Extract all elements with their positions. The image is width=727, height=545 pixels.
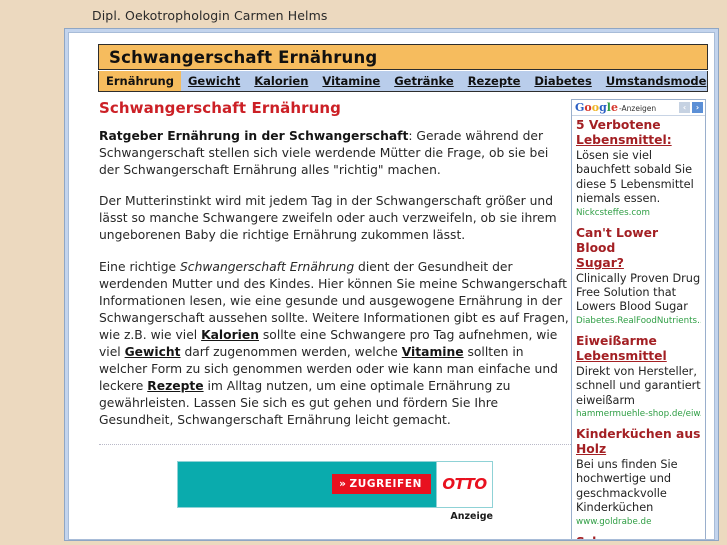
text-fragment-a: Eine richtige (99, 259, 180, 274)
nav-item-gewicht[interactable]: Gewicht (181, 71, 247, 91)
ads-pager[interactable]: ‹ › (679, 102, 703, 113)
ad-description: Direkt von Hersteller, schnell und garan… (576, 364, 701, 407)
inline-link-kalorien[interactable]: Kalorien (201, 328, 259, 342)
ad-item[interactable]: 5 Verbotene Lebensmittel: Lösen sie viel … (576, 118, 701, 219)
ad-item[interactable]: Can't Lower Blood Sugar? Clinically Prove… (576, 226, 701, 327)
ad-item[interactable]: Schwanger zurHochzeit Wunderschöne Kleid… (576, 535, 701, 539)
ad-title[interactable]: Eiweißarme Lebensmittel (576, 334, 701, 364)
nav-item-diabetes[interactable]: Diabetes (527, 71, 598, 91)
google-ads-header: Google-Anzeigen ‹ › (572, 100, 705, 116)
page-canvas: Schwangerschaft Ernährung Ernährung Gewi… (69, 33, 714, 539)
inline-link-gewicht[interactable]: Gewicht (125, 345, 181, 359)
site-title: Schwangerschaft Ernährung (109, 47, 378, 67)
ad-title-line1: Can't Lower Blood (576, 225, 659, 255)
paragraph-mutterinstinkt: Der Mutterinstinkt wird mit jedem Tag in… (99, 194, 557, 243)
ad-item[interactable]: Eiweißarme Lebensmittel Direkt von Herste… (576, 334, 701, 420)
google-ads-list: 5 Verbotene Lebensmittel: Lösen sie viel … (572, 116, 705, 539)
inline-link-rezepte[interactable]: Rezepte (147, 379, 203, 393)
anzeige-label: Anzeige (450, 510, 493, 522)
page-frame: Schwangerschaft Ernährung Ernährung Gewi… (68, 32, 715, 540)
ad-description: Clinically Proven Drug Free Solution tha… (576, 271, 701, 314)
page-title: Schwangerschaft Ernährung (99, 99, 341, 117)
ad-title[interactable]: Schwanger zurHochzeit (576, 535, 701, 539)
ad-title-line2: Lebensmittel (576, 348, 667, 363)
google-ads-box: Google-Anzeigen ‹ › 5 Verbotene Lebensmit… (571, 99, 706, 539)
nav-item-getraenke[interactable]: Getränke (387, 71, 461, 91)
main-column: Schwangerschaft Ernährung Ratgeber Ernäh… (99, 99, 571, 539)
main-navigation[interactable]: Ernährung Gewicht Kalorien Vitamine Getr… (98, 71, 708, 92)
chevron-right-icon: » (339, 478, 347, 490)
zugreifen-button[interactable]: » ZUGREIFEN (332, 474, 431, 494)
browser-content-frame: Schwangerschaft Ernährung Ernährung Gewi… (64, 28, 719, 541)
advertisement-banner-area: » ZUGREIFEN OTTO Anzeige (99, 460, 493, 522)
google-logo: Google-Anzeigen (575, 100, 657, 114)
content-columns: Schwangerschaft Ernährung Ratgeber Ernäh… (69, 99, 714, 539)
site-title-bar: Schwangerschaft Ernährung (98, 44, 708, 70)
emphasis-schwangerschaft-ernaehrung: Schwangerschaft Ernährung (180, 259, 355, 274)
ad-title[interactable]: 5 Verbotene Lebensmittel: (576, 118, 701, 148)
nav-item-vitamine[interactable]: Vitamine (315, 71, 387, 91)
nav-item-rezepte[interactable]: Rezepte (461, 71, 528, 91)
otto-logo: OTTO (442, 475, 487, 493)
nav-item-kalorien[interactable]: Kalorien (247, 71, 315, 91)
sidebar-column: Google-Anzeigen ‹ › 5 Verbotene Lebensmit… (571, 99, 706, 539)
ad-title-line1: Eiweißarme (576, 333, 657, 348)
chevron-left-icon[interactable]: ‹ (679, 102, 690, 113)
ad-title-line1: Schwanger zur (576, 535, 679, 539)
ad-description: Lösen sie viel bauchfett sobald Sie dies… (576, 149, 694, 206)
paragraph-intro: Ratgeber Ernährung in der Schwangerschaf… (99, 128, 571, 179)
google-ads-label: -Anzeigen (618, 103, 657, 113)
nav-item-umstandsmode[interactable]: Umstandsmode (599, 71, 714, 91)
nav-item-ernaehrung[interactable]: Ernährung (99, 71, 181, 91)
ad-title[interactable]: Kinderküchen aus Holz (576, 427, 701, 457)
otto-ad-banner[interactable]: » ZUGREIFEN OTTO (177, 460, 493, 508)
ad-title-line1: 5 Verbotene (576, 118, 661, 132)
ad-title-line2: Holz (576, 442, 607, 457)
ad-url: www.goldrabe.de (576, 516, 652, 527)
zugreifen-label: ZUGREIFEN (349, 478, 422, 490)
ad-description: Bei uns finden Sie hochwertige und gesch… (576, 458, 678, 515)
chevron-right-icon[interactable]: › (692, 102, 703, 113)
otto-logo-box: OTTO (436, 461, 492, 507)
ad-item[interactable]: Kinderküchen aus Holz Bei uns finden Sie … (576, 427, 701, 528)
ad-title-line2: Sugar? (576, 255, 624, 270)
ad-url: Nickcsteffes.com (576, 207, 650, 218)
ad-title-line1: Kinderküchen aus (576, 427, 701, 442)
ad-title-line2: Lebensmittel: (576, 133, 672, 147)
ad-title[interactable]: Can't Lower Blood Sugar? (576, 226, 701, 271)
ad-url: hammermuehle-shop.de/eiw... (576, 409, 701, 420)
site-byline: Dipl. Oekotrophologin Carmen Helms (92, 8, 328, 23)
ad-url: Diabetes.RealFoodNutrients.... (576, 315, 701, 326)
inline-link-vitamine[interactable]: Vitamine (402, 345, 464, 359)
content-divider (99, 443, 571, 445)
paragraph-ernaehrung-details: Eine richtige Schwangerschaft Ernährung … (99, 259, 571, 430)
paragraph-intro-lead: Ratgeber Ernährung in der Schwangerschaf… (99, 129, 409, 143)
text-fragment-d: darf zugenommen werden, welche (180, 345, 402, 360)
